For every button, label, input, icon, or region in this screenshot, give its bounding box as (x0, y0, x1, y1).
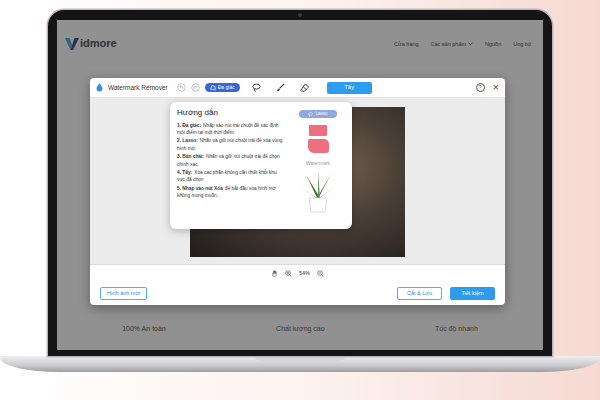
dialog-toolbar: Watermark Remover Đa giác Tẩy? × (90, 78, 505, 98)
laptop-screen-frame: idmoreCửa hàngCác sản phẩmNguồnỦng hộ100… (48, 10, 552, 356)
sample-tool-pill: Lasso (299, 110, 336, 118)
zoom-bar: 54% (90, 264, 505, 282)
laptop-mockup: idmoreCửa hàngCác sản phẩmNguồnỦng hộ100… (0, 0, 600, 372)
redo-icon (191, 83, 200, 92)
zoom-out-icon (317, 270, 324, 277)
brush-tool[interactable] (273, 82, 288, 93)
redo-button[interactable] (191, 83, 200, 92)
step-term: 2. Lasso: (177, 138, 198, 143)
zoom-in-icon (285, 270, 292, 277)
camera-icon (298, 13, 302, 17)
close-button[interactable]: × (490, 82, 499, 94)
laptop-notch (255, 356, 345, 361)
guide-step: 5. Nhấp vào nút Xóađể bắt đầu xóa hình m… (177, 185, 284, 199)
dialog-title: Watermark Remover (108, 83, 168, 93)
sample-tool-label: Lasso (315, 111, 327, 117)
step-term: 1. Đa giác: (177, 123, 201, 128)
laptop-base (0, 356, 600, 372)
lasso-tool[interactable] (249, 82, 264, 93)
guide-illustration: Lasso Watermark (289, 108, 347, 223)
guide-step: 2. Lasso:Nhấn và giữ nút chuột trái để x… (177, 137, 284, 151)
guide-step: 1. Đa giác:Nhấp vào nút trái chuột để xá… (177, 122, 284, 136)
drop-icon (96, 83, 103, 92)
laptop: idmoreCửa hàngCác sản phẩmNguồnỦng hộ100… (0, 0, 600, 372)
zoom-level: 54% (299, 269, 310, 277)
hand-icon (271, 270, 278, 277)
step-term: 3. Bàn chải: (177, 154, 204, 159)
save-button[interactable]: Tiết kiệm (450, 287, 495, 300)
selection-shape (309, 125, 327, 136)
guide-text: Hướng dẫn 1. Đa giác:Nhấp vào nút trái ch… (177, 108, 284, 223)
footer-actions: Cắt & Lưu Tiết kiệm (397, 287, 495, 300)
step-term: 4. Tẩy: (177, 170, 192, 175)
polygon-tool[interactable]: Đa giác (205, 83, 240, 92)
lasso-icon (308, 112, 313, 117)
image-canvas[interactable]: Hướng dẫn 1. Đa giác:Nhấp vào nút trái ch… (90, 98, 505, 264)
selection-shape (308, 139, 329, 153)
brush-icon (276, 83, 285, 92)
lasso-icon (252, 83, 261, 92)
tool-label: Đa giác (218, 84, 235, 91)
laptop-screen: idmoreCửa hàngCác sản phẩmNguồnỦng hộ100… (57, 20, 543, 350)
eraser-tool[interactable] (297, 82, 312, 93)
step-term: 5. Nhấp vào nút Xóa (177, 186, 223, 191)
guide-popup: Hướng dẫn 1. Đa giác:Nhấp vào nút trái ch… (170, 102, 352, 229)
eraser-icon (300, 83, 309, 92)
crop-save-button[interactable]: Cắt & Lưu (397, 287, 442, 300)
help-button[interactable]: ? (476, 83, 485, 92)
dialog-footer: Hình ảnh mới Cắt & Lưu Tiết kiệm (90, 282, 505, 305)
undo-button[interactable] (177, 83, 186, 92)
sample-watermark: Watermark (306, 160, 330, 166)
watermark-remover-dialog: Watermark Remover Đa giác Tẩy? × Hướng dẫn 1.… (90, 78, 505, 305)
undo-icon (177, 83, 186, 92)
plant-icon (298, 169, 338, 213)
guide-step: 3. Bàn chải:Nhấn và giữ nút chuột trái đ… (177, 153, 284, 167)
new-image-button[interactable]: Hình ảnh mới (100, 287, 147, 300)
polygon-icon (210, 85, 216, 91)
erase-button[interactable]: Tẩy (327, 82, 372, 94)
guide-step: 4. Tẩy:Xóa các phần không cần thiết khỏi… (177, 169, 284, 183)
guide-title: Hướng dẫn (177, 108, 284, 118)
